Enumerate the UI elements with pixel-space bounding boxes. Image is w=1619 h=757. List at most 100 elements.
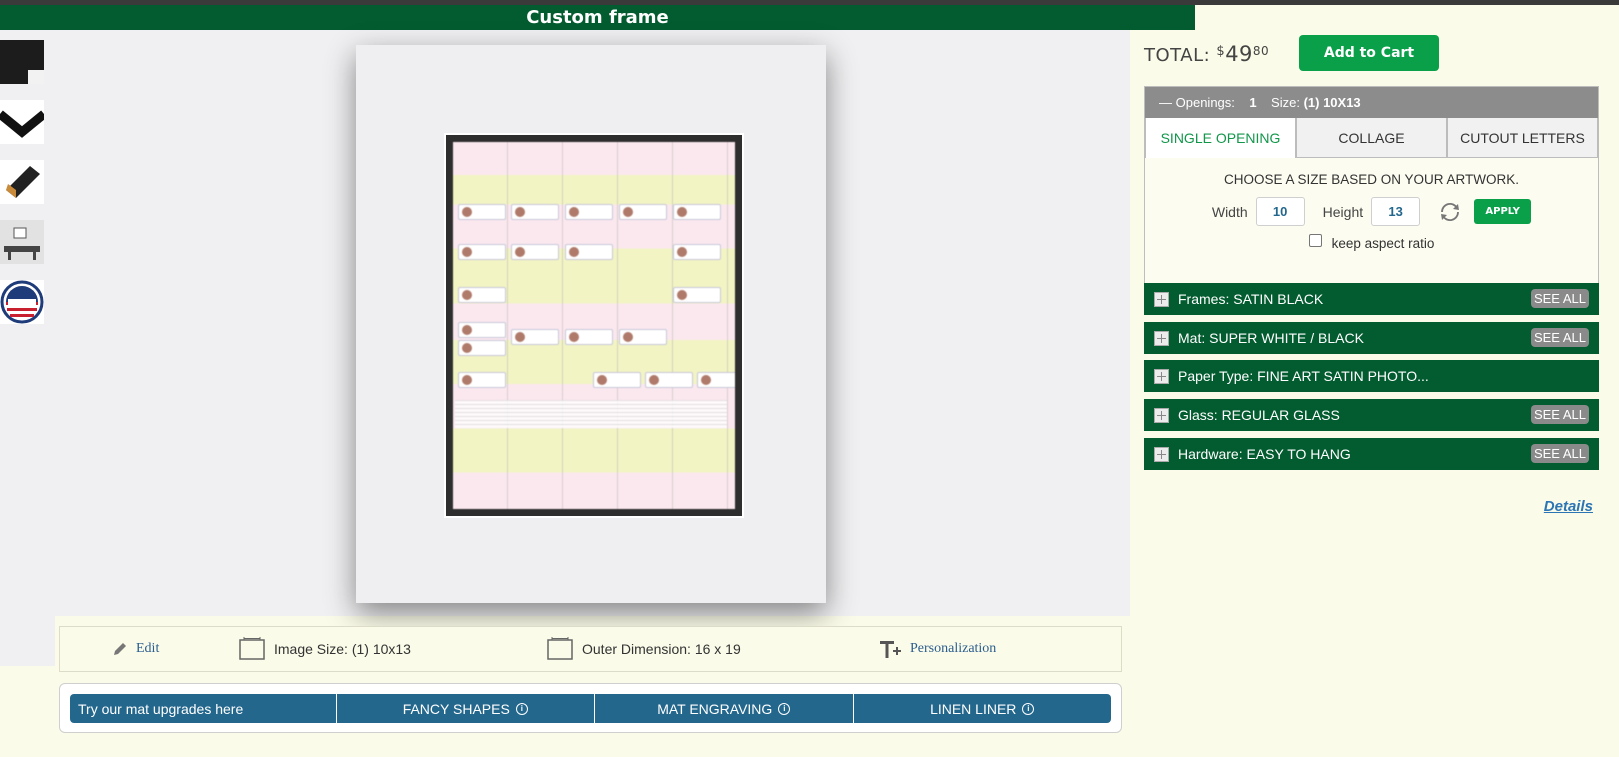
details-link[interactable]: Details (1544, 498, 1593, 515)
tree-node (458, 372, 506, 388)
total-amount: 49 (1225, 42, 1253, 66)
see-all-mats-button[interactable]: SEE ALL (1530, 328, 1589, 347)
fancy-shapes-button[interactable]: FANCY SHAPES i (335, 694, 595, 723)
width-input[interactable]: 10 (1255, 197, 1305, 226)
linen-liner-label: LINEN LINER (930, 700, 1017, 717)
made-in-usa-badge[interactable] (0, 280, 44, 324)
mat-corner (28, 70, 44, 84)
opening-tabs: SINGLE OPENING COLLAGE CUTOUT LETTERS (1145, 118, 1598, 158)
paper-type-option[interactable]: Paper Type: FINE ART SATIN PHOTO... (1144, 360, 1599, 392)
add-to-cart-button[interactable]: Add to Cart (1299, 35, 1439, 71)
height-input[interactable]: 13 (1371, 197, 1421, 226)
tree-node (458, 322, 506, 338)
collapse-icon[interactable]: — (1159, 95, 1172, 110)
expand-plus-icon[interactable] (1154, 407, 1169, 423)
info-bar: Edit Image Size: (1) 10x13 Outer Dimensi… (59, 626, 1122, 672)
tree-node (619, 329, 667, 345)
swap-dimensions-icon[interactable] (1438, 200, 1462, 224)
tree-node (458, 244, 506, 260)
mat-engraving-button[interactable]: MAT ENGRAVING i (594, 694, 853, 723)
outer-dimension-label: Outer Dimension: 16 x 19 (582, 641, 741, 657)
personalization-link[interactable]: Personalization (878, 627, 996, 671)
tab-single-opening[interactable]: SINGLE OPENING (1145, 118, 1296, 158)
linen-liner-button[interactable]: LINEN LINER i (852, 694, 1112, 723)
total-label: TOTAL: (1144, 45, 1211, 66)
openings-label: Openings: (1175, 95, 1235, 110)
tree-node (645, 372, 693, 388)
expand-plus-icon[interactable] (1154, 368, 1169, 384)
room-scene-thumbnail[interactable] (0, 220, 44, 264)
room-scene-icon (0, 220, 44, 264)
see-all-hardware-button[interactable]: SEE ALL (1530, 444, 1589, 463)
tree-legend-table (455, 400, 727, 428)
fancy-shapes-label: FANCY SHAPES (402, 700, 510, 717)
tree-node (697, 372, 735, 388)
tree-node (458, 287, 506, 303)
tab-collage[interactable]: COLLAGE (1296, 118, 1447, 158)
expand-plus-icon[interactable] (1154, 446, 1169, 462)
edit-link[interactable]: Edit (112, 627, 159, 671)
frame-side-thumbnail[interactable] (0, 160, 44, 204)
total-price: TOTAL: $4980 (1144, 42, 1269, 66)
openings-header[interactable]: — Openings: 1 Size: (1) 10X13 (1145, 87, 1598, 118)
total-cents: 80 (1252, 44, 1270, 58)
keep-aspect-checkbox[interactable] (1308, 234, 1322, 247)
image-size-label: Image Size: (1) 10x13 (274, 641, 411, 657)
framed-artwork[interactable] (444, 133, 744, 518)
glass-option[interactable]: Glass: REGULAR GLASS SEE ALL (1144, 399, 1599, 431)
glass-option-label: Glass: REGULAR GLASS (1178, 407, 1340, 423)
hardware-option-label: Hardware: EASY TO HANG (1178, 446, 1351, 462)
frame-corner-thumbnail[interactable] (0, 40, 44, 84)
image-size-info: Image Size: (1) 10x13 (238, 627, 411, 671)
tree-node (593, 372, 641, 388)
info-icon[interactable]: i (515, 702, 528, 715)
hardware-option[interactable]: Hardware: EASY TO HANG SEE ALL (1144, 438, 1599, 470)
tree-node (458, 340, 506, 356)
tree-node (511, 329, 559, 345)
info-icon[interactable]: i (1022, 702, 1035, 715)
personalization-label: Personalization (910, 641, 997, 656)
frames-option[interactable]: Frames: SATIN BLACK SEE ALL (1144, 283, 1599, 315)
openings-panel: — Openings: 1 Size: (1) 10X13 SINGLE OPE… (1144, 86, 1599, 284)
mat-upgrades-panel: Try our mat upgrades here FANCY SHAPES i … (59, 683, 1122, 733)
expand-plus-icon[interactable] (1154, 291, 1169, 307)
keep-aspect-label: keep aspect ratio (1331, 236, 1435, 251)
tree-node (458, 204, 506, 220)
page-title: Custom frame (0, 5, 1195, 30)
mat-option[interactable]: Mat: SUPER WHITE / BLACK SEE ALL (1144, 322, 1599, 354)
see-all-glass-button[interactable]: SEE ALL (1530, 405, 1589, 424)
height-label: Height (1322, 203, 1364, 220)
keep-aspect-row: keep aspect ratio (1145, 234, 1598, 251)
info-icon[interactable]: i (778, 702, 791, 715)
apply-button[interactable]: APPLY (1474, 199, 1532, 224)
frames-option-label: Frames: SATIN BLACK (1178, 291, 1324, 307)
size-inputs-row: Width 10 Height 13 APPLY (1145, 197, 1598, 226)
edit-label: Edit (136, 641, 160, 656)
tree-node (511, 204, 559, 220)
tree-node (673, 204, 721, 220)
mat-upgrades-bar: Try our mat upgrades here FANCY SHAPES i … (70, 694, 1111, 723)
expand-plus-icon[interactable] (1154, 330, 1169, 346)
see-all-frames-button[interactable]: SEE ALL (1530, 289, 1589, 308)
size-form: CHOOSE A SIZE BASED ON YOUR ARTWORK. Wid… (1145, 158, 1598, 251)
outer-dimension-info: Outer Dimension: 16 x 19 (546, 627, 741, 671)
paper-type-option-label: Paper Type: FINE ART SATIN PHOTO... (1178, 368, 1429, 384)
openings-count: 1 (1249, 95, 1257, 110)
frame-profile-icon (0, 110, 44, 138)
size-label: Size: (1271, 95, 1300, 110)
artwork-image (453, 142, 735, 509)
tree-node (673, 244, 721, 260)
outer-dimension-icon (547, 637, 573, 660)
tab-cutout-letters[interactable]: CUTOUT LETTERS (1447, 118, 1598, 158)
pencil-icon (114, 643, 126, 655)
mat-engraving-label: MAT ENGRAVING (657, 700, 773, 717)
frame-profile-thumbnail[interactable] (0, 100, 44, 144)
mat-upgrades-intro: Try our mat upgrades here (70, 694, 336, 723)
size-value: (1) 10X13 (1303, 95, 1361, 110)
size-form-title: CHOOSE A SIZE BASED ON YOUR ARTWORK. (1223, 172, 1520, 187)
tree-node (565, 204, 613, 220)
mat-option-label: Mat: SUPER WHITE / BLACK (1178, 330, 1364, 346)
width-label: Width (1211, 203, 1248, 220)
tree-node (565, 244, 613, 260)
frame-moulding-icon (6, 166, 40, 198)
